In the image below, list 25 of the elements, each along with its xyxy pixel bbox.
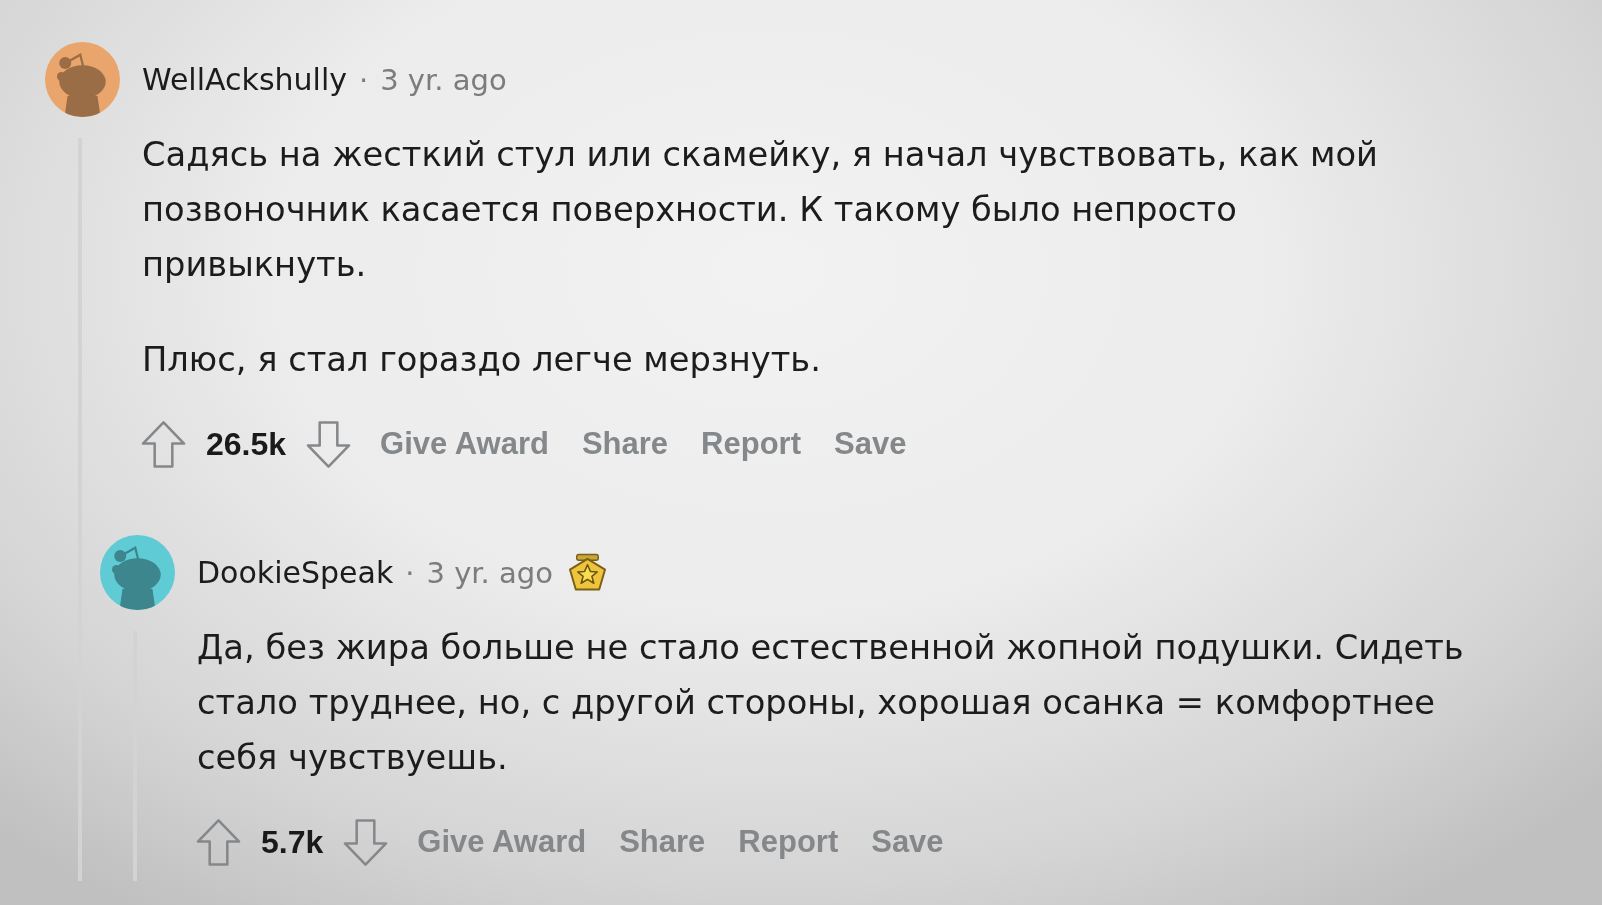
avatar-icon[interactable]	[45, 42, 120, 117]
down-arrow-icon[interactable]	[342, 817, 390, 867]
action-button[interactable]: Report	[693, 422, 809, 466]
vote-count: 26.5k	[206, 425, 287, 463]
down-arrow-icon[interactable]	[305, 419, 353, 469]
timestamp: 3 yr. ago	[426, 555, 553, 590]
up-arrow-icon[interactable]	[195, 817, 242, 867]
up-arrow-icon[interactable]	[140, 419, 187, 469]
action-button[interactable]: Save	[863, 820, 952, 864]
vote-count: 5.7k	[261, 823, 324, 861]
action-button[interactable]: Save	[826, 422, 915, 466]
meta-separator: ·	[405, 555, 415, 590]
action-button[interactable]: Share	[573, 422, 677, 466]
action-button[interactable]: Give Award	[409, 820, 595, 864]
timestamp: 3 yr. ago	[380, 62, 507, 97]
action-button[interactable]: Give Award	[372, 422, 557, 466]
comment-text: Садясь на жесткий стул или скамейку, я начал чувствовать, как мой позвоночник касается поверхности. К такому было непросто привыкнуть.	[142, 134, 1379, 286]
comment-text: Да, без жира больше не стало естественной жопной подушки. Сидеть стало труднее, но, с другой стороны, хорошая осанка = комфортнее себя чувствуешь.	[197, 627, 1465, 779]
avatar-icon[interactable]	[100, 535, 175, 610]
username[interactable]: DookieSpeak	[197, 555, 394, 590]
meta-separator: ·	[359, 62, 369, 97]
action-button[interactable]: Report	[730, 820, 847, 864]
action-button[interactable]: Share	[611, 820, 714, 864]
username[interactable]: WellAckshully	[142, 62, 347, 97]
comment-text: Плюс, я стал гораздо легче мерзнуть.	[142, 339, 822, 381]
